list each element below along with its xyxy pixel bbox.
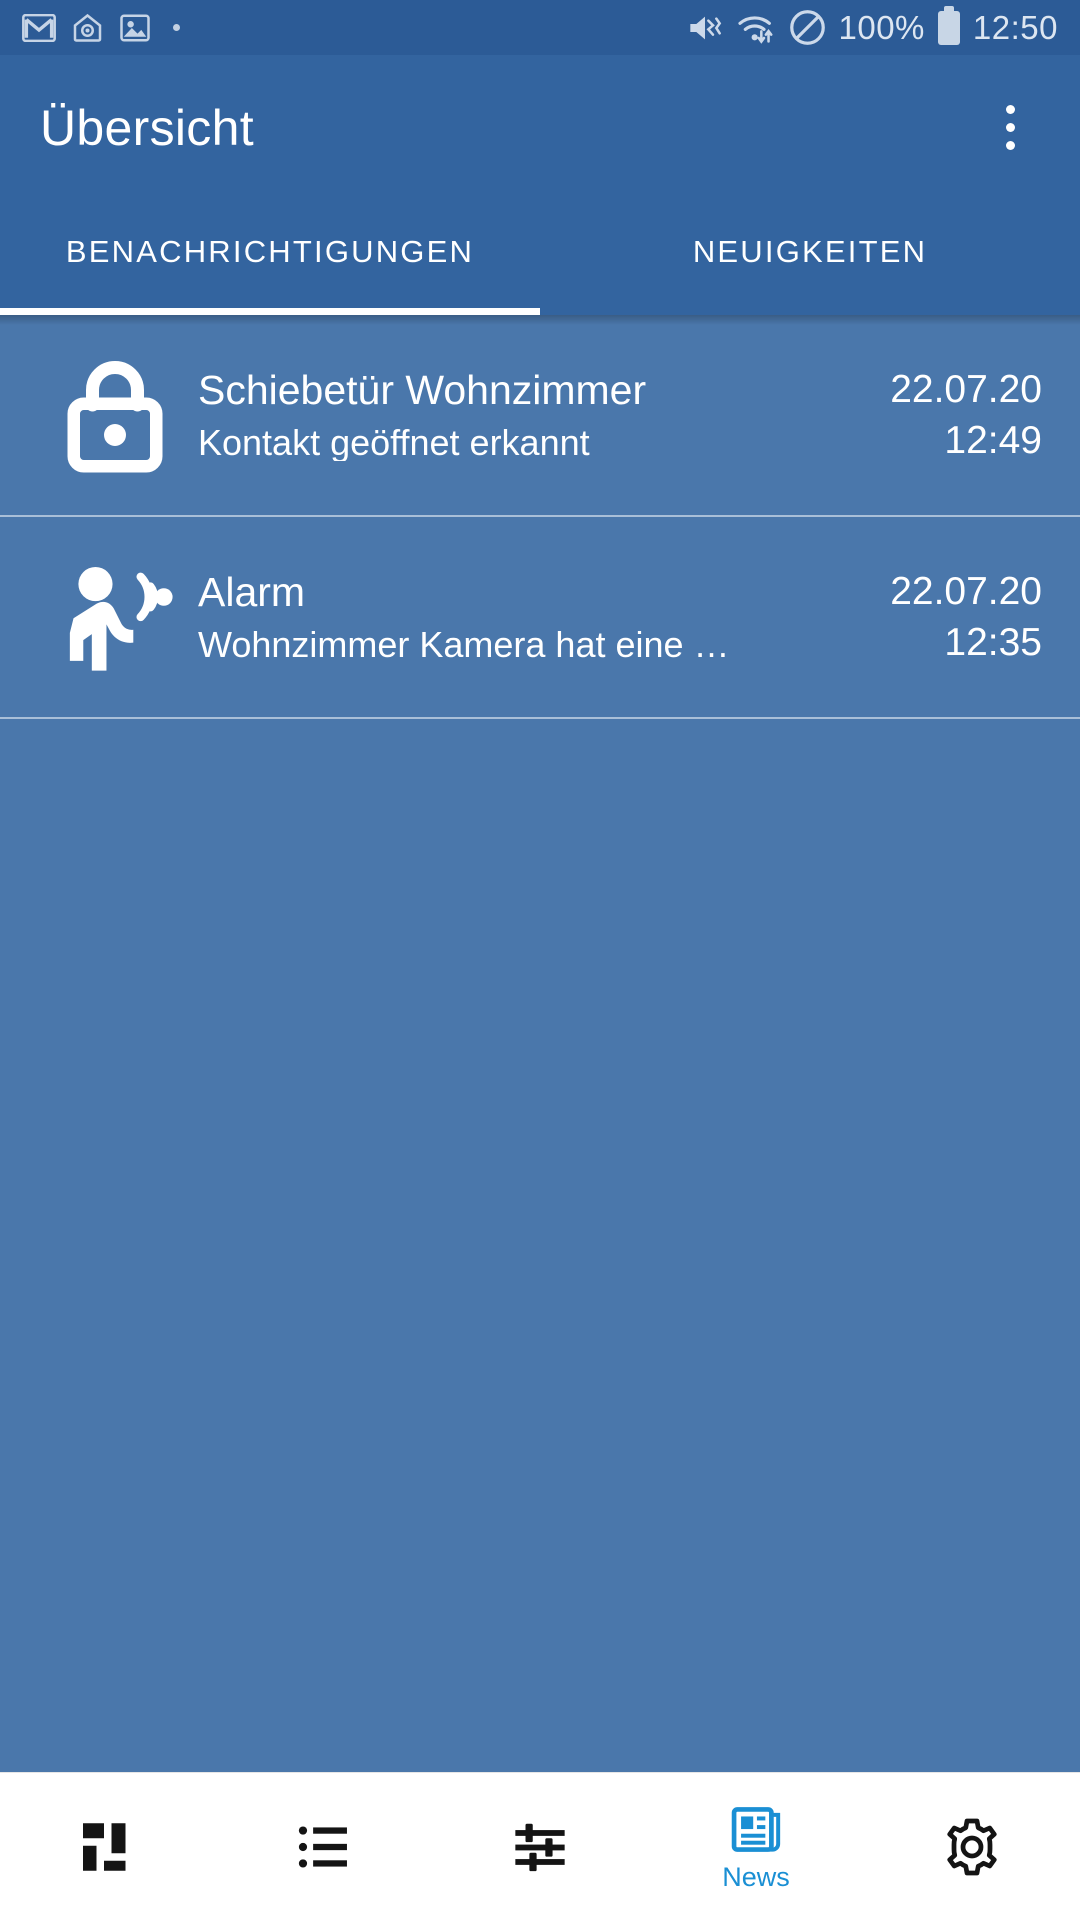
tab-bar: BENACHRICHTIGUNGEN NEUIGKEITEN — [0, 200, 1080, 315]
empty-list-area — [0, 719, 1080, 1772]
overflow-dot — [1005, 123, 1015, 132]
notification-text: Alarm Wohnzimmer Kamera hat eine … — [190, 572, 876, 663]
list-bullets-icon — [298, 1825, 347, 1868]
overflow-dot — [1005, 105, 1015, 114]
tab-benachrichtigungen[interactable]: BENACHRICHTIGUNGEN — [0, 200, 540, 315]
app-bar: Übersicht — [0, 55, 1080, 200]
gmail-icon — [22, 13, 56, 42]
nav-item-list[interactable] — [216, 1773, 432, 1920]
gallery-image-icon — [120, 14, 150, 42]
motion-detected-icon — [40, 558, 190, 676]
notification-row[interactable]: Schiebetür Wohnzimmer Kontakt geöffnet e… — [0, 315, 1080, 517]
notification-timestamp: 22.07.20 12:49 — [876, 370, 1042, 460]
battery-icon — [937, 5, 960, 45]
lock-closed-icon — [40, 355, 190, 475]
status-bar-clock: 12:50 — [972, 9, 1058, 46]
page-title: Übersicht — [40, 99, 254, 156]
nest-home-icon — [73, 13, 102, 42]
status-bar-left-icons — [22, 13, 180, 43]
notification-subtitle: Wohnzimmer Kamera hat eine … — [198, 626, 730, 663]
notification-list: Schiebetür Wohnzimmer Kontakt geöffnet e… — [0, 315, 1080, 719]
overflow-menu-icon[interactable] — [980, 88, 1040, 168]
do-not-disturb-icon — [789, 10, 825, 45]
notification-text: Schiebetür Wohnzimmer Kontakt geöffnet e… — [190, 370, 876, 461]
notification-subtitle: Kontakt geöffnet erkannt — [198, 424, 590, 461]
nav-item-settings[interactable] — [864, 1773, 1080, 1920]
notification-time: 12:35 — [944, 621, 1042, 664]
status-bar-right-icons: 100% 12:50 — [687, 5, 1059, 46]
tab-label: BENACHRICHTIGUNGEN — [65, 233, 475, 269]
notification-date: 22.07.20 — [890, 570, 1042, 613]
notification-date: 22.07.20 — [890, 368, 1042, 411]
battery-percentage-label: 100% — [838, 9, 925, 46]
notifications-content: Schiebetür Wohnzimmer Kontakt geöffnet e… — [0, 315, 1080, 1772]
more-notifications-dot — [173, 24, 180, 31]
notification-title: Schiebetür Wohnzimmer — [198, 369, 647, 411]
sliders-settings-icon — [515, 1823, 565, 1871]
nav-item-controls[interactable] — [432, 1773, 648, 1920]
notification-row[interactable]: Alarm Wohnzimmer Kamera hat eine … 22.07… — [0, 517, 1080, 719]
nav-item-news[interactable]: News — [648, 1773, 864, 1920]
notification-title: Alarm — [198, 571, 306, 613]
tab-label: NEUIGKEITEN — [692, 233, 928, 269]
status-bar: 100% 12:50 — [0, 0, 1080, 55]
news-paper-icon — [731, 1807, 781, 1852]
nav-item-dashboard[interactable] — [0, 1773, 216, 1920]
tab-active-indicator — [0, 308, 540, 315]
gear-settings-icon — [947, 1818, 997, 1875]
notification-timestamp: 22.07.20 12:35 — [876, 572, 1042, 662]
tab-neuigkeiten[interactable]: NEUIGKEITEN — [540, 200, 1080, 315]
dashboard-tiles-icon — [83, 1822, 126, 1871]
volume-mute-vibrate-icon — [689, 16, 721, 39]
wifi-data-transfer-icon — [737, 15, 772, 44]
nav-item-label: News — [722, 1862, 790, 1892]
overflow-dot — [1005, 141, 1015, 150]
bottom-navigation-bar: News — [0, 1772, 1080, 1920]
notification-time: 12:49 — [944, 419, 1042, 462]
